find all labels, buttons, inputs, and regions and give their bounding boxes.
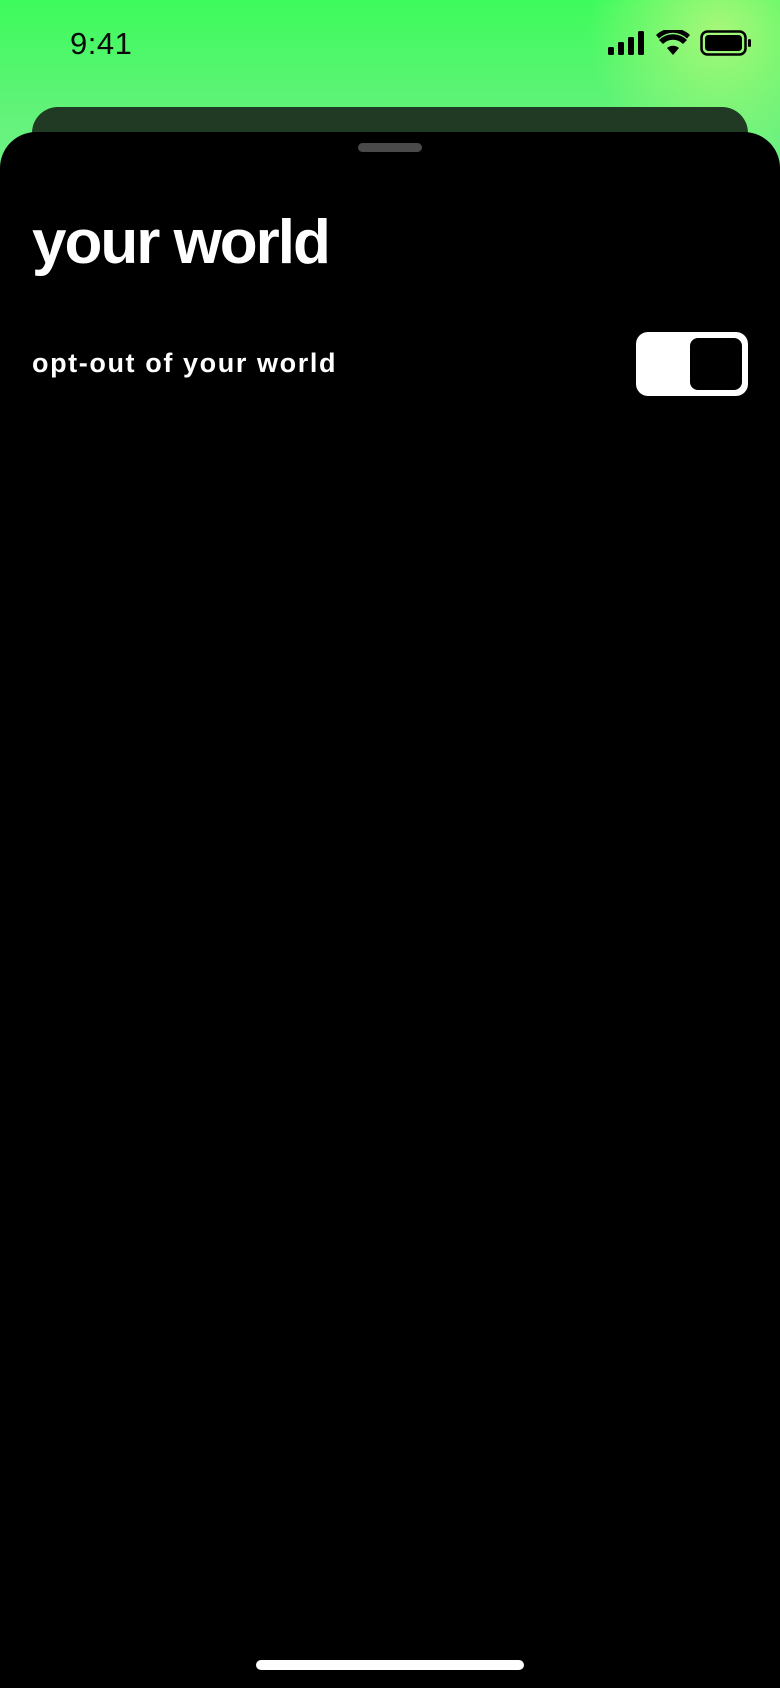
sheet-title: your world — [32, 208, 331, 277]
screen: 9:41 your world opt-out of your world — [0, 0, 780, 1688]
sheet-grabber-handle[interactable] — [358, 143, 422, 152]
status-bar: 9:41 — [0, 0, 780, 92]
setting-label: opt-out of your world — [32, 348, 338, 378]
status-time: 9:41 — [70, 26, 133, 61]
home-indicator[interactable] — [256, 1660, 524, 1670]
wifi-icon — [656, 28, 690, 61]
setting-row-opt-out: opt-out of your world — [32, 332, 748, 396]
toggle-knob — [690, 338, 742, 390]
cellular-signal-icon — [608, 31, 646, 60]
opt-out-toggle[interactable] — [636, 332, 748, 396]
battery-icon — [700, 30, 752, 61]
bottom-sheet: your world opt-out of your world — [0, 132, 780, 1688]
status-icons — [608, 28, 752, 61]
